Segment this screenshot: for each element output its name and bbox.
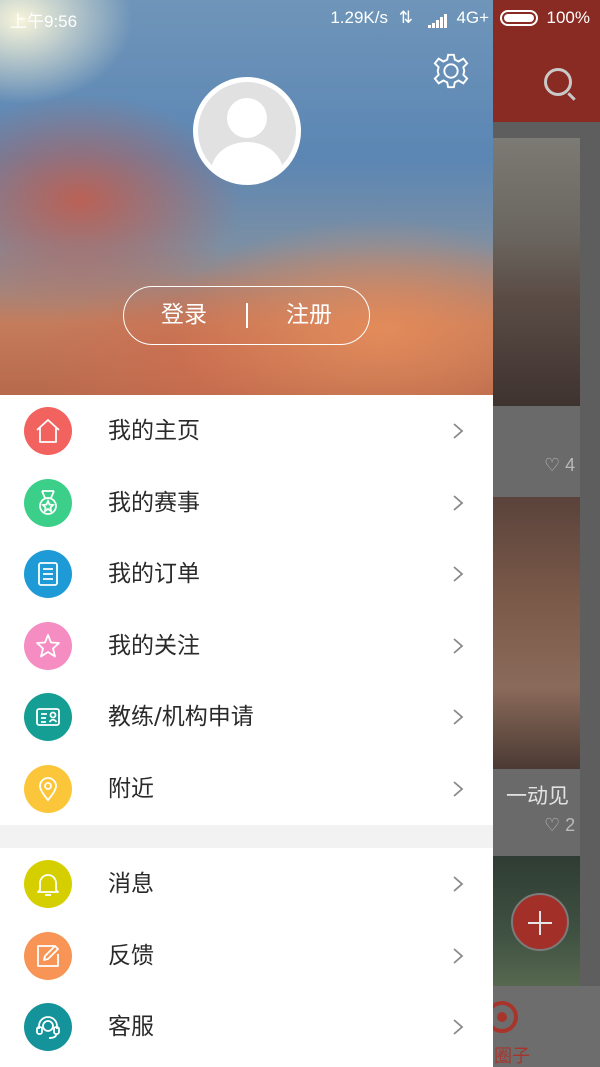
headset-icon <box>24 1003 72 1051</box>
auth-divider <box>246 303 248 328</box>
auth-buttons: 登录 注册 <box>123 286 370 345</box>
status-bar: 上午9:56 1.29K/s ⇅ 4G+ 100% <box>0 0 600 34</box>
menu-item-label: 附近 <box>108 776 154 802</box>
location-pin-icon <box>24 765 72 813</box>
chevron-right-icon <box>453 709 464 725</box>
chevron-right-icon <box>453 948 464 964</box>
user-avatar[interactable] <box>193 77 301 185</box>
id-card-icon <box>24 693 72 741</box>
chevron-right-icon <box>453 495 464 511</box>
menu-item-label: 我的订单 <box>108 561 200 587</box>
network-type: 4G+ <box>456 7 490 27</box>
avatar-head-shape <box>227 98 267 138</box>
signal-strength-icon <box>427 8 448 28</box>
drawer-header-background: 登录 注册 <box>0 0 493 395</box>
battery-level: 100% <box>546 7 590 27</box>
feed-card-image[interactable] <box>493 138 580 406</box>
menu-item-coach-application[interactable]: 教练/机构申请 <box>0 681 493 753</box>
settings-gear-icon[interactable] <box>432 52 470 90</box>
feed-card-footer <box>493 406 580 497</box>
menu-item-feedback[interactable]: 反馈 <box>0 920 493 992</box>
network-speed: 1.29K/s <box>330 7 388 27</box>
chevron-right-icon <box>453 423 464 439</box>
status-time: 上午9:56 <box>10 12 78 31</box>
status-indicators: 1.29K/s ⇅ 4G+ 100% <box>330 7 590 28</box>
like-count-value: 4 <box>565 455 576 475</box>
like-count-value: 2 <box>565 815 576 835</box>
avatar-body-shape <box>211 142 283 180</box>
menu-item-label: 客服 <box>108 1014 154 1040</box>
menu-item-my-orders[interactable]: 我的订单 <box>0 538 493 610</box>
bell-icon <box>24 860 72 908</box>
menu-item-label: 我的主页 <box>108 418 200 444</box>
medal-icon <box>24 479 72 527</box>
chevron-right-icon <box>453 566 464 582</box>
bottom-nav-label[interactable]: 圈子 <box>494 1042 530 1067</box>
menu-section-divider <box>0 825 493 848</box>
menu-item-label: 我的关注 <box>108 633 200 659</box>
menu-item-my-events[interactable]: 我的赛事 <box>0 467 493 539</box>
chevron-right-icon <box>453 638 464 654</box>
feed-card-title: 一动见 <box>506 784 569 808</box>
chevron-right-icon <box>453 1019 464 1035</box>
like-count: ♡ 2 <box>544 815 576 835</box>
menu-item-label: 消息 <box>108 871 154 897</box>
menu-item-messages[interactable]: 消息 <box>0 848 493 920</box>
menu-item-label: 反馈 <box>108 943 154 969</box>
menu-item-nearby[interactable]: 附近 <box>0 753 493 825</box>
menu-item-my-homepage[interactable]: 我的主页 <box>0 395 493 467</box>
search-icon[interactable] <box>544 68 572 96</box>
chevron-right-icon <box>453 876 464 892</box>
battery-icon <box>499 9 538 26</box>
feed-card-image[interactable] <box>493 497 580 769</box>
default-avatar-icon <box>198 82 296 180</box>
register-button[interactable]: 注册 <box>254 287 364 343</box>
menu-item-customer-service[interactable]: 客服 <box>0 991 493 1063</box>
order-list-icon <box>24 550 72 598</box>
edit-icon <box>24 932 72 980</box>
menu-item-label: 我的赛事 <box>108 490 200 516</box>
menu-item-label: 教练/机构申请 <box>108 704 254 730</box>
star-icon <box>24 622 72 670</box>
like-count: ♡ 4 <box>544 455 576 475</box>
data-transfer-icon: ⇅ <box>398 7 413 27</box>
add-post-button[interactable] <box>511 893 569 951</box>
menu-item-my-follows[interactable]: 我的关注 <box>0 610 493 682</box>
navigation-drawer: 登录 注册 我的主页 我的赛事 我的订单 我的关注 教练/机构申请 附近 消息 … <box>0 0 493 1067</box>
chevron-right-icon <box>453 781 464 797</box>
home-icon <box>24 407 72 455</box>
login-button[interactable]: 登录 <box>129 287 239 343</box>
